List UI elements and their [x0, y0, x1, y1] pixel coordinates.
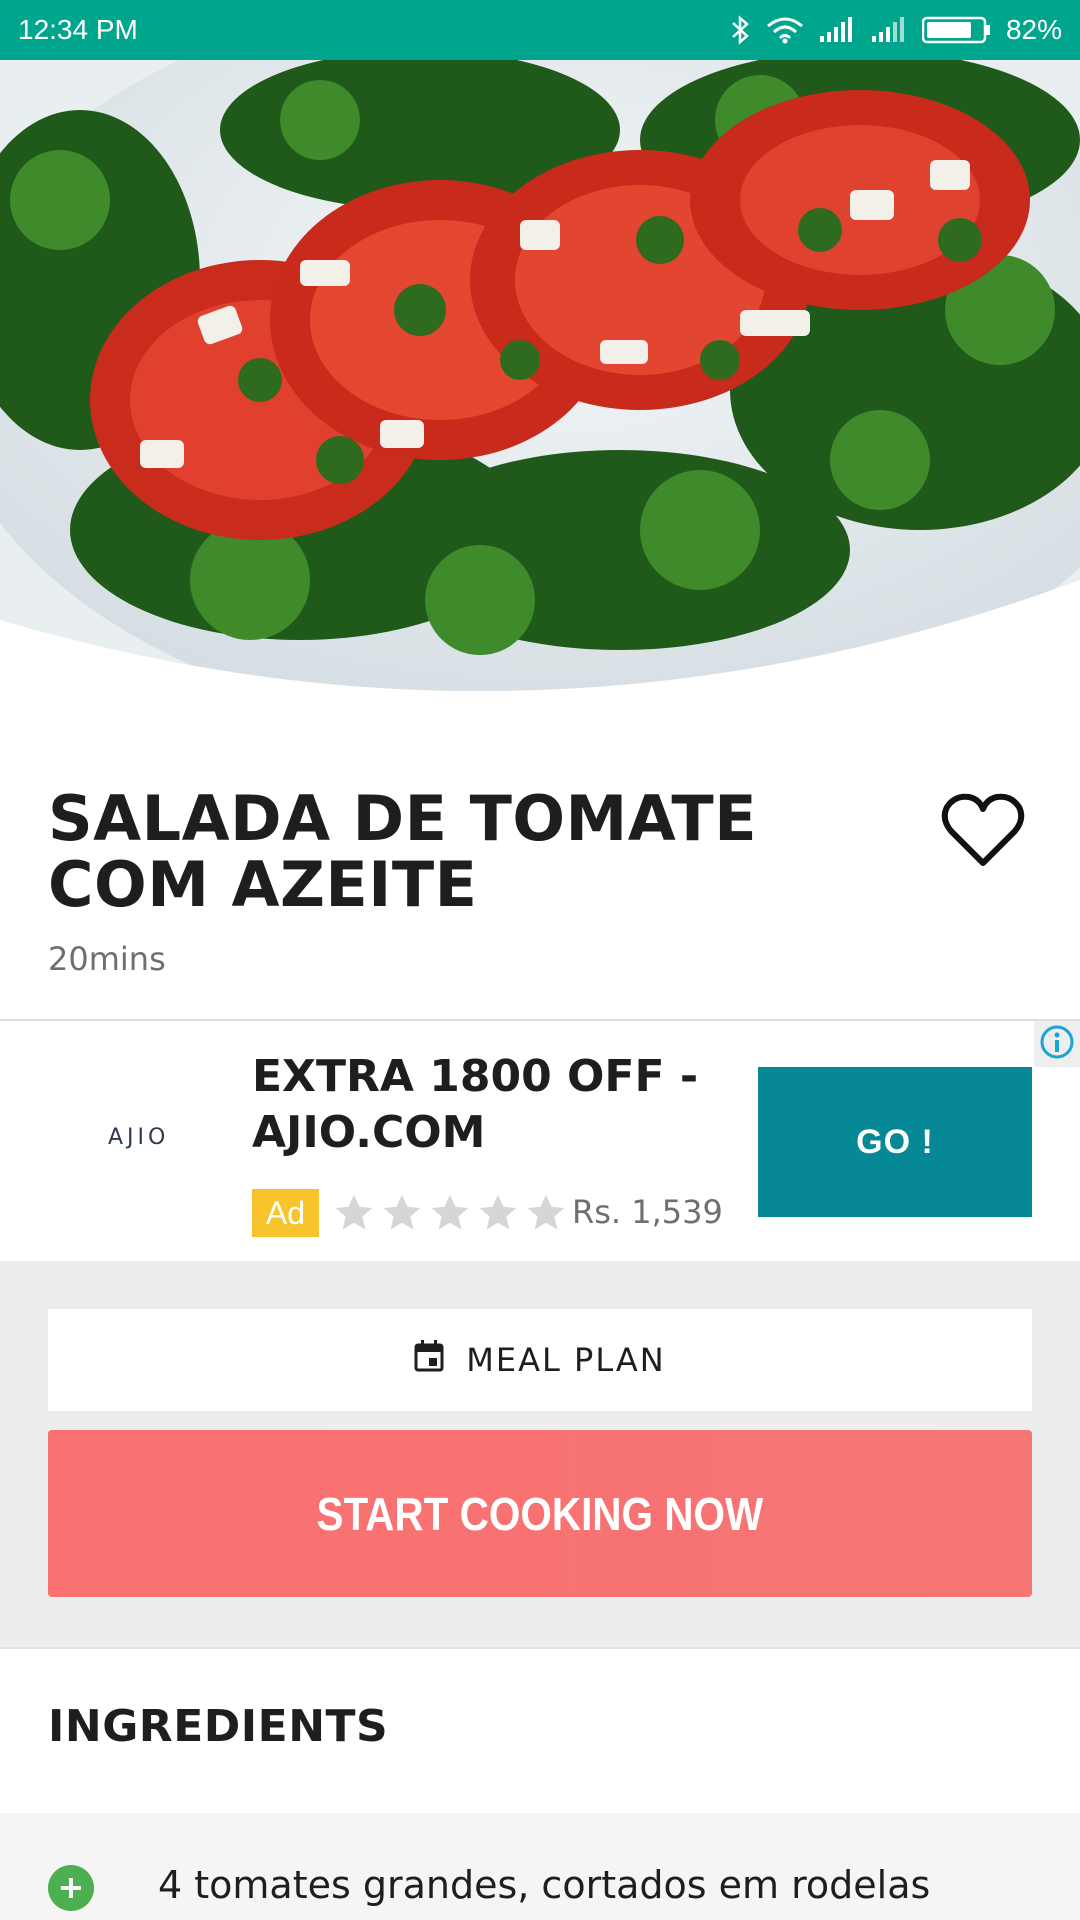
star-icon: [476, 1191, 520, 1240]
recipe-header: SALADA DE TOMATE COM AZEITE 20mins: [0, 720, 1080, 1020]
signal-icon: [870, 16, 908, 44]
meal-plan-label: MEAL PLAN: [466, 1341, 666, 1379]
status-icons: 82%: [730, 14, 1062, 46]
ad-go-button[interactable]: GO !: [758, 1067, 1032, 1217]
signal-icon: [818, 16, 856, 44]
ad-rating: [332, 1191, 568, 1240]
recipe-photo: [0, 60, 1080, 720]
star-icon: [524, 1191, 568, 1240]
ad-logo: AJIO: [108, 1125, 170, 1150]
start-cooking-button[interactable]: START COOKING NOW: [48, 1430, 1032, 1597]
star-icon: [380, 1191, 424, 1240]
ad-price: Rs. 1,539: [572, 1193, 723, 1231]
info-icon: [1039, 1024, 1075, 1065]
ingredient-text: 4 tomates grandes, cortados em rodelas: [158, 1863, 931, 1907]
status-bar: 12:34 PM 82%: [0, 0, 1080, 60]
bluetooth-icon: [730, 15, 752, 45]
battery-percent: 82%: [1005, 14, 1062, 45]
status-time: 12:34 PM: [18, 14, 138, 45]
ad-info-button[interactable]: [1034, 1021, 1080, 1067]
recipe-time: 20mins: [48, 940, 166, 978]
start-cooking-label: START COOKING NOW: [316, 1487, 764, 1540]
favorite-button[interactable]: [940, 790, 1026, 876]
star-icon: [428, 1191, 472, 1240]
ad-title[interactable]: EXTRA 1800 OFF - AJIO.COM: [252, 1049, 732, 1161]
list-item: 4 tomates grandes, cortados em rodelas: [0, 1813, 1080, 1920]
actions-panel: MEAL PLAN START COOKING NOW: [0, 1261, 1080, 1647]
add-circle-icon[interactable]: [48, 1865, 94, 1911]
star-icon: [332, 1191, 376, 1240]
wifi-icon: [766, 16, 804, 44]
battery-icon: [921, 15, 992, 45]
calendar-icon: [414, 1340, 444, 1380]
ingredient-list: 4 tomates grandes, cortados em rodelas: [0, 1813, 1080, 1920]
recipe-title: SALADA DE TOMATE COM AZEITE: [48, 782, 758, 921]
meal-plan-button[interactable]: MEAL PLAN: [48, 1309, 1032, 1411]
ad-banner[interactable]: AJIO EXTRA 1800 OFF - AJIO.COM Ad Rs. 1,…: [0, 1021, 1080, 1261]
ingredients-section: INGREDIENTS: [0, 1649, 1080, 1813]
ad-badge: Ad: [252, 1189, 319, 1237]
heart-outline-icon: [941, 793, 1025, 874]
ingredients-heading: INGREDIENTS: [48, 1701, 389, 1752]
